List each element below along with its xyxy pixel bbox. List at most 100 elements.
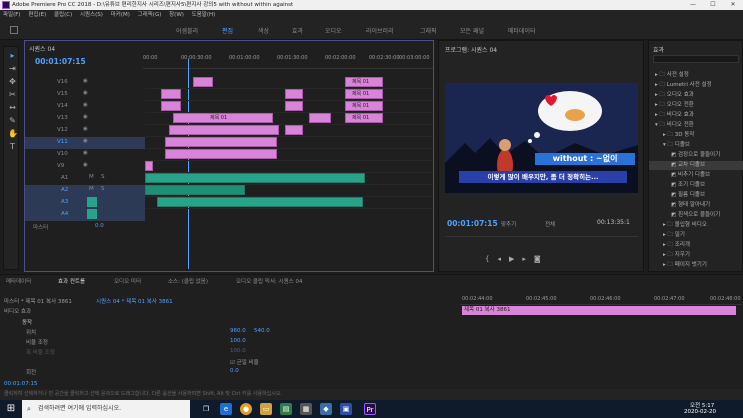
taskbar-search-input[interactable]: 검색하려면 여기에 입력하십시오. [22, 400, 190, 418]
clock-time[interactable]: 오전 5:17 [690, 401, 714, 409]
menu-marker[interactable]: 마커(M) [111, 12, 130, 18]
eye-icon[interactable]: ◉ [83, 150, 88, 156]
file-explorer-icon[interactable]: ▭ [260, 403, 272, 415]
clip[interactable] [285, 101, 303, 111]
fx-folder[interactable]: ▾ 🗀 디졸브 [649, 141, 743, 150]
workspace-assembly[interactable]: 어셈블리 [176, 26, 198, 35]
workspace-effects[interactable]: 효과 [292, 26, 303, 35]
effects-tab[interactable]: 효과 [653, 45, 664, 54]
task-view-icon[interactable]: ❐ [200, 403, 212, 415]
eye-icon[interactable]: ◉ [83, 78, 88, 84]
effects-search-input[interactable] [653, 55, 739, 63]
menu-edit[interactable]: 편집(E) [28, 12, 46, 18]
workspace-all-panels[interactable]: 모든 패널 [460, 26, 484, 35]
ec-ruler[interactable]: 00:02:44:00 00:02:45:00 00:02:46:00 00:0… [460, 295, 742, 305]
tab-audio-clip-mixer[interactable]: 오디오 클립 믹서: 시퀀스 04 [236, 277, 302, 285]
clip[interactable] [161, 89, 181, 99]
fx-folder[interactable]: ▸ 🗀 비디오 효과 [649, 111, 743, 120]
eye-icon[interactable]: ◉ [83, 138, 88, 144]
mute-button[interactable] [87, 209, 97, 219]
fx-folder[interactable]: ▸ 🗀 3D 동작 [649, 131, 743, 140]
eye-icon[interactable]: ◉ [83, 102, 88, 108]
eye-icon[interactable]: ◉ [83, 90, 88, 96]
fx-item[interactable]: ◩ 검정으로 물들이기 [649, 151, 743, 160]
timeline-timecode[interactable]: 00:01:07:15 [35, 57, 86, 66]
fx-folder[interactable]: ▸ 🗀 몰입형 비디오 [649, 221, 743, 230]
premiere-taskbar-icon[interactable]: Pr [364, 403, 376, 415]
app-icon[interactable]: ▤ [280, 403, 292, 415]
fx-folder[interactable]: ▸ 🗀 오디오 전환 [649, 101, 743, 110]
fx-motion-label[interactable]: 동작 [22, 318, 32, 326]
audio-clip[interactable] [145, 173, 365, 183]
rotation-value[interactable]: 0.0 [230, 368, 239, 374]
hand-tool-icon[interactable]: ✋ [8, 129, 18, 138]
fit-dropdown[interactable]: 맞추기 [501, 220, 516, 228]
menu-file[interactable]: 파일(F) [3, 12, 21, 18]
menu-graphics[interactable]: 그래픽(G) [138, 12, 162, 18]
play-icon[interactable]: ▶ [509, 255, 522, 263]
position-y-value[interactable]: 540.0 [254, 328, 270, 334]
fx-item[interactable]: ◩ 조기 디졸브 [649, 181, 743, 190]
eye-icon[interactable]: ◉ [83, 162, 88, 168]
workspace-graphics[interactable]: 그래픽 [420, 26, 437, 35]
tab-metadata[interactable]: 메타데이터 [6, 277, 31, 285]
export-frame-icon[interactable]: ◙ [534, 255, 549, 263]
timeline-tab[interactable]: 시퀀스 04 [29, 44, 55, 53]
fx-folder[interactable]: ▸ 🗀 페이지 벗기기 [649, 261, 743, 270]
clip[interactable] [145, 161, 153, 171]
app-icon[interactable]: ◆ [320, 403, 332, 415]
slip-tool-icon[interactable]: ↔ [8, 103, 17, 112]
clip[interactable]: 제목 01 [345, 101, 383, 111]
razor-tool-icon[interactable]: ✂ [8, 90, 17, 99]
program-scrubber[interactable] [445, 233, 638, 237]
clock-date[interactable]: 2020-02-20 [684, 409, 716, 415]
workspace-metadata[interactable]: 메타데이터 [508, 26, 536, 35]
clip[interactable]: 제목 01 [345, 77, 383, 87]
windows-start-icon[interactable]: ⊞ [0, 400, 22, 418]
solo-button[interactable]: S [101, 186, 105, 192]
fx-item[interactable]: ◩ 교차 디졸브 [649, 161, 743, 170]
scale-width-value[interactable]: 100.0 [230, 348, 246, 354]
eye-icon[interactable]: ◉ [83, 114, 88, 120]
type-tool-icon[interactable]: T [8, 142, 17, 151]
clip[interactable]: 제목 01 [345, 113, 383, 123]
mute-button[interactable] [87, 197, 97, 207]
fx-folder[interactable]: ▸ 🗀 밀기 [649, 231, 743, 240]
step-back-icon[interactable]: ◂ [497, 255, 509, 263]
fx-item[interactable]: ◩ 필름 디졸브 [649, 191, 743, 200]
fx-folder[interactable]: ▸ 🗀 오디오 효과 [649, 91, 743, 100]
clip[interactable]: 제목 01 [345, 89, 383, 99]
workspace-color[interactable]: 색상 [258, 26, 269, 35]
minimize-button[interactable]: — [683, 0, 703, 10]
workspace-edit[interactable]: 편집 [222, 26, 233, 35]
fx-folder[interactable]: ▸ 🗀 조리개 [649, 241, 743, 250]
menu-help[interactable]: 도움말(H) [192, 12, 216, 18]
close-button[interactable]: ✕ [723, 0, 743, 10]
menu-sequence[interactable]: 시퀀스(S) [80, 12, 103, 18]
edge-icon[interactable]: e [220, 403, 232, 415]
fx-item[interactable]: ◩ 비추기 디졸브 [649, 171, 743, 180]
video-frame[interactable]: without : ~없이 이렇게 많이 배우지만, 좀 더 정확히는... [445, 83, 638, 193]
tab-source[interactable]: 소스: (클립 없음) [168, 277, 208, 285]
master-volume[interactable]: 0.0 [95, 223, 104, 229]
clip[interactable] [309, 113, 331, 123]
clip[interactable] [165, 149, 277, 159]
fx-folder[interactable]: ▾ 🗀 비디오 전환 [649, 121, 743, 130]
workspace-libraries[interactable]: 라이브러리 [366, 26, 394, 35]
effect-controls-timecode[interactable]: 00:01:07:15 [4, 381, 38, 387]
fx-folder[interactable]: ▸ 🗀 사전 설정 [649, 71, 743, 80]
clip[interactable] [193, 77, 213, 87]
position-x-value[interactable]: 960.0 [230, 328, 246, 334]
uniform-scale-checkbox[interactable]: ☑ 균일 비율 [230, 358, 259, 366]
menu-clip[interactable]: 클립(C) [54, 12, 72, 18]
tab-audio-meter[interactable]: 오디오 미터 [114, 277, 141, 285]
clip[interactable] [285, 89, 303, 99]
solo-button[interactable]: S [101, 174, 105, 180]
clip[interactable] [161, 101, 181, 111]
fx-folder[interactable]: ▸ 🗀 지우기 [649, 251, 743, 260]
mute-button[interactable]: M [89, 174, 94, 180]
tab-effect-controls[interactable]: 효과 컨트롤 [58, 277, 85, 285]
chrome-icon[interactable]: ● [240, 403, 252, 415]
maximize-button[interactable]: ☐ [703, 0, 723, 10]
clip[interactable] [165, 137, 277, 147]
